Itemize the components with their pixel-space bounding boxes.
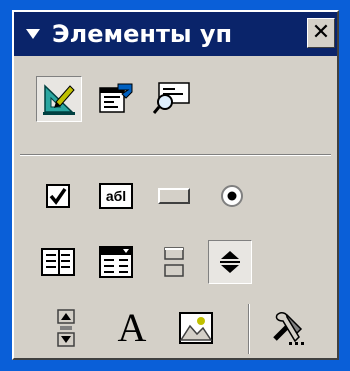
toggle-button-button[interactable] (152, 240, 196, 284)
view-code-button[interactable] (150, 76, 194, 120)
image-button[interactable] (174, 306, 218, 350)
close-icon: ✕ (311, 20, 331, 45)
checkbox-button[interactable] (36, 174, 80, 218)
listbox-button[interactable] (36, 240, 80, 284)
properties-icon (99, 83, 133, 113)
close-button[interactable]: ✕ (307, 18, 335, 48)
combobox-icon (99, 246, 133, 278)
design-mode-icon (43, 84, 75, 115)
toolbar-title: Элементы уп (52, 20, 233, 48)
image-icon (179, 312, 213, 344)
scrollbar-button[interactable] (44, 306, 88, 350)
textbox-sample-text: абl (105, 188, 127, 204)
separator (20, 154, 331, 156)
label-button[interactable]: A (110, 306, 154, 350)
option-button-button[interactable] (210, 174, 254, 218)
properties-button[interactable] (94, 76, 138, 120)
label-icon: A (117, 305, 147, 350)
combobox-button[interactable] (94, 240, 138, 284)
command-button-button[interactable] (152, 174, 196, 218)
command-button-icon (158, 188, 190, 204)
view-code-icon (153, 82, 190, 114)
spin-button-icon (220, 251, 240, 273)
toolbar-options-arrow-icon[interactable] (26, 29, 40, 39)
design-mode-button[interactable] (36, 76, 82, 122)
more-controls-button[interactable] (266, 306, 310, 350)
more-controls-icon (273, 312, 304, 345)
textbox-icon: абl (99, 183, 133, 209)
option-button-icon (221, 185, 243, 207)
scrollbar-icon (57, 309, 75, 347)
textbox-button[interactable]: абl (94, 174, 138, 218)
checkbox-icon (46, 184, 70, 208)
spin-button-button[interactable] (208, 240, 252, 284)
listbox-icon (41, 248, 75, 276)
toggle-button-icon (164, 247, 184, 277)
titlebar[interactable]: Элементы уп ✕ (14, 12, 337, 56)
controls-toolbar-window: Элементы уп ✕ абl A (12, 10, 339, 360)
vertical-separator (248, 304, 250, 354)
